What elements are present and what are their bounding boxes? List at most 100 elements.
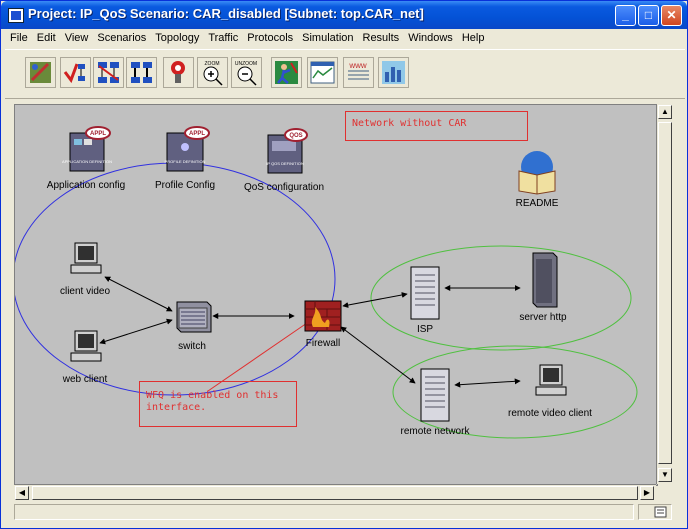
firewall-node[interactable]: Firewall [293,297,353,349]
profile-config-node[interactable]: APPL PROFILE DEFINITION Profile Config [145,125,225,191]
menu-file[interactable]: File [5,29,32,44]
wfq-note-line1: WFQ is enabled on this [146,390,279,401]
status-message-area [14,504,634,520]
remote-video-client-label: remote video client [508,408,592,419]
scenario-note-text: Network without CAR [352,118,467,129]
view-results-icon [310,61,335,84]
profile-config-icon: APPL PROFILE DEFINITION [165,126,210,172]
workstation-icon [70,242,102,274]
hide-graphs-icon [382,61,405,84]
svg-text:UNZOOM: UNZOOM [235,61,257,67]
minimize-button[interactable]: _ [615,5,636,26]
qos-config-node[interactable]: QOS IP QOS DEFINITION QoS configuration [239,127,329,193]
status-indicator[interactable] [638,504,672,520]
view-results-button[interactable] [307,57,338,88]
wfq-note[interactable]: WFQ is enabled on this interface. [139,381,297,427]
menu-edit[interactable]: Edit [32,29,60,44]
firewall-label: Firewall [305,338,341,349]
menu-topology[interactable]: Topology [150,29,203,44]
server-icon [532,252,558,308]
remote-network-label: remote network [400,426,470,437]
vertical-scrollbar[interactable]: ▲ ▼ [656,104,673,484]
fail-node-icon [98,62,119,83]
hide-graphs-button[interactable] [378,57,409,88]
menu-windows[interactable]: Windows [403,29,457,44]
maximize-button[interactable]: □ [638,5,659,26]
book-icon [518,151,556,195]
server-http-node[interactable]: server http [513,249,573,323]
scenario-note[interactable]: Network without CAR [345,111,528,141]
verify-links-button[interactable] [60,57,91,88]
open-scenario-button[interactable] [25,57,56,88]
readme-label: README [515,198,559,209]
router-icon [420,368,450,422]
svg-text:APPLICATION DEFINITION: APPLICATION DEFINITION [62,159,112,164]
verify-links-icon [63,63,85,84]
close-button[interactable]: ✕ [661,5,682,26]
run-simulation-icon [275,61,298,84]
failure-recovery-button[interactable] [163,57,194,88]
horizontal-scroll-thumb[interactable] [32,486,638,500]
switch-icon [176,301,212,333]
zoom-icon: ZOOM [203,61,223,86]
svg-text:IP QOS DEFINITION: IP QOS DEFINITION [266,161,304,166]
unzoom-button[interactable]: UNZOOM [231,57,262,88]
server-http-label: server http [519,312,567,323]
isp-node[interactable]: ISP [403,265,447,335]
isp-label: ISP [416,324,434,335]
recover-node-button[interactable] [126,57,157,88]
switch-label: switch [178,341,206,352]
svg-text:PROFILE DEFINITION: PROFILE DEFINITION [165,159,206,164]
router-icon [410,266,440,320]
menu-traffic[interactable]: Traffic [203,29,242,44]
menu-help[interactable]: Help [457,29,489,44]
open-scenario-icon [30,62,51,83]
scroll-down-button[interactable]: ▼ [658,468,672,482]
qos-config-label: QoS configuration [243,182,325,193]
remote-video-client-node[interactable]: remote video client [495,361,605,419]
project-workspace[interactable]: Network without CAR WFQ is enabled on th… [14,104,658,486]
web-client-label: web client [62,374,108,385]
application-config-node[interactable]: APPL APPLICATION DEFINITION Application … [45,125,127,191]
workstation-icon [535,364,567,396]
web-client-node[interactable]: web client [53,327,117,385]
qos-config-icon: QOS IP QOS DEFINITION [266,128,308,174]
menu-scenarios[interactable]: Scenarios [92,29,150,44]
status-bar [14,504,672,522]
readme-node[interactable]: README [507,149,567,209]
client-video-node[interactable]: client video [50,239,120,297]
window-title: Project: IP_QoS Scenario: CAR_disabled [… [28,6,424,21]
menu-simulation[interactable]: Simulation [297,29,357,44]
scroll-up-button[interactable]: ▲ [658,105,672,119]
svg-text:APPL: APPL [90,131,106,137]
scroll-right-button[interactable]: ▶ [640,486,654,500]
horizontal-scrollbar[interactable]: ◀ ▶ [14,484,656,501]
menu-protocols[interactable]: Protocols [242,29,297,44]
svg-text:QOS: QOS [289,133,302,139]
vertical-scroll-thumb[interactable] [658,122,672,464]
menu-view[interactable]: View [60,29,93,44]
application-window: Project: IP_QoS Scenario: CAR_disabled [… [0,0,688,529]
application-config-icon: APPL APPLICATION DEFINITION [62,126,112,172]
failure-recovery-icon [171,61,185,83]
wfq-note-line2: interface. [146,402,207,413]
title-bar[interactable]: Project: IP_QoS Scenario: CAR_disabled [… [1,1,687,29]
workstation-icon [70,330,102,362]
menu-bar: File Edit View Scenarios Topology Traffic Prot… [5,29,685,48]
fail-node-button[interactable] [93,57,124,88]
run-simulation-button[interactable] [271,57,302,88]
profile-config-label: Profile Config [154,180,216,191]
web-report-button[interactable]: www [343,57,374,88]
svg-text:APPL: APPL [189,131,205,137]
web-report-icon: www [348,61,369,80]
toolbar: ZOOM UNZOOM www [5,49,685,99]
switch-node[interactable]: switch [167,292,217,352]
scroll-left-button[interactable]: ◀ [15,486,29,500]
menu-results[interactable]: Results [358,29,404,44]
app-icon[interactable] [8,8,24,23]
remote-network-node[interactable]: remote network [395,367,475,437]
log-icon [654,506,667,518]
client-video-label: client video [59,286,111,297]
unzoom-icon: UNZOOM [235,61,257,86]
zoom-button[interactable]: ZOOM [197,57,228,88]
